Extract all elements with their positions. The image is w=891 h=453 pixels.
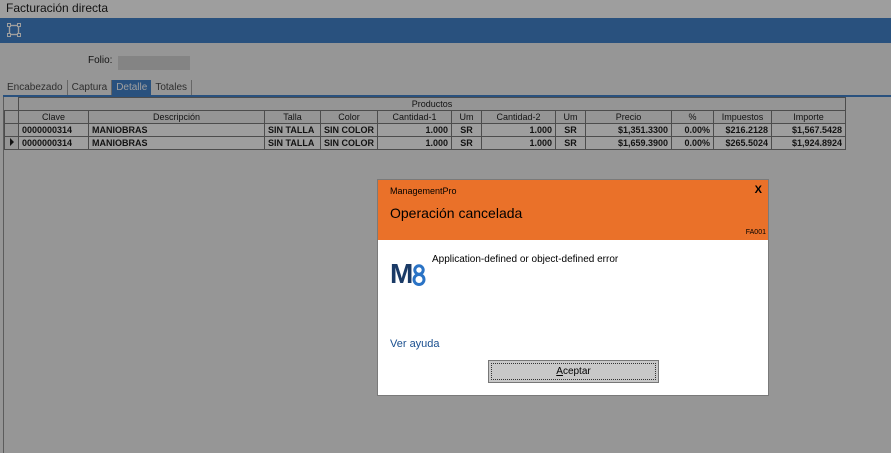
svg-text:M: M bbox=[390, 258, 412, 287]
close-button[interactable]: X bbox=[755, 184, 762, 196]
dialog-app-name: ManagementPro bbox=[390, 186, 457, 196]
error-dialog: ManagementPro X Operación cancelada FA00… bbox=[377, 179, 769, 396]
error-code: FA001 bbox=[745, 229, 766, 236]
accept-button-label: Aceptar bbox=[491, 363, 656, 380]
help-link[interactable]: Ver ayuda bbox=[390, 338, 440, 350]
accept-button[interactable]: Aceptar bbox=[488, 360, 659, 383]
dialog-title: Operación cancelada bbox=[390, 205, 523, 221]
accept-button-rest: ceptar bbox=[562, 366, 591, 377]
dialog-header: ManagementPro X Operación cancelada FA00… bbox=[378, 180, 768, 240]
error-message: Application-defined or object-defined er… bbox=[432, 254, 619, 265]
accept-button-mnemonic: A bbox=[556, 366, 563, 377]
m8-logo-icon: M bbox=[390, 258, 426, 287]
